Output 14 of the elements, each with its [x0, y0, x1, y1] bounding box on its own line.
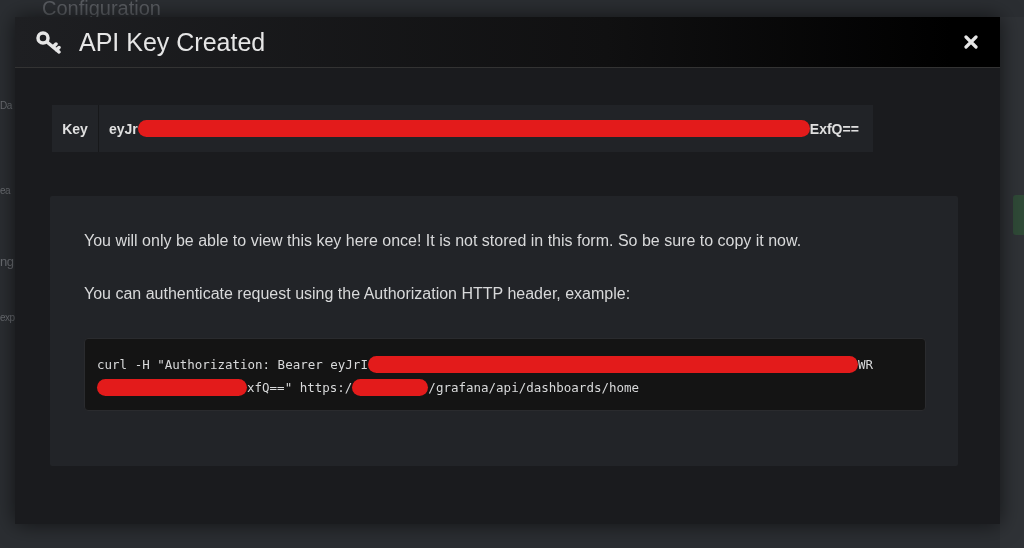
info-text: You will only be able to view this key here once! It is not stored in this form. So be sure to copy it now. [84, 232, 803, 250]
sidebar-text: Da [0, 100, 14, 111]
close-icon[interactable] [964, 35, 978, 49]
code-text: curl -H "Authorization: Bearer eyJrI [97, 357, 368, 372]
sidebar-text: ng [0, 254, 15, 269]
key-icon [35, 30, 63, 54]
code-text: xfQ==" https:/ [247, 380, 353, 395]
dialog-title: API Key Created [79, 27, 267, 57]
code-text: /grafana/api/dashboards/home [428, 380, 640, 395]
key-value: eyJr [109, 120, 138, 137]
code-text: WR [857, 357, 873, 372]
key-value: ExfQ== [809, 120, 859, 137]
info-text: You can authenticate request using the Authorization HTTP header, example: [84, 285, 632, 303]
button-edge [1013, 195, 1024, 235]
